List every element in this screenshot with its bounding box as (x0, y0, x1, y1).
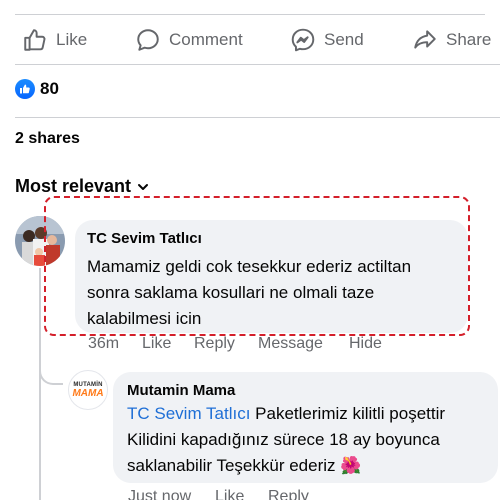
thread-line (39, 268, 41, 500)
reply-bubble[interactable]: Mutamin Mama TC Sevim Tatlıcı Paketlerim… (113, 372, 498, 483)
chevron-down-icon (138, 183, 149, 190)
comment-reply-link[interactable]: Reply (194, 335, 235, 353)
top-divider (15, 14, 485, 15)
comment-bubble[interactable]: TC Sevim Tatlıcı Mamamiz geldi cok tesek… (75, 220, 468, 333)
divider (15, 117, 500, 118)
reply-reply-link[interactable]: Reply (268, 488, 309, 500)
comment-text: Mamamiz geldi cok tesekkur ederiz actilt… (87, 257, 412, 328)
thumbs-up-icon (15, 79, 35, 99)
logo-text-bottom: MAMA (72, 387, 104, 399)
reaction-count: 80 (40, 79, 59, 98)
like-label: Like (56, 30, 88, 49)
messenger-icon (291, 28, 315, 52)
comment-message-link[interactable]: Message (258, 335, 323, 353)
reply-connector (39, 355, 63, 385)
reactions-summary[interactable]: 80 (15, 78, 59, 100)
comment-timestamp: 36m (88, 335, 120, 352)
shares-count[interactable]: 2 shares (15, 130, 80, 148)
sort-dropdown[interactable]: Most relevant (15, 176, 149, 197)
reply-author[interactable]: Mutamin Mama (127, 382, 484, 399)
mention-link[interactable]: TC Sevim Tatlıcı (127, 404, 250, 423)
post-action-bar: Like Comment Send Share (0, 20, 500, 60)
divider (15, 64, 500, 65)
comment-like-link[interactable]: Like (142, 335, 171, 353)
share-button[interactable]: Share (412, 20, 491, 60)
reply-text-block: TC Sevim Tatlıcı Paketlerimiz kilitli po… (127, 401, 484, 479)
avatar[interactable]: MUTAMİN MAMA (68, 370, 108, 410)
share-arrow-icon (414, 30, 436, 49)
avatar[interactable] (15, 216, 65, 266)
comment-hide-link[interactable]: Hide (349, 335, 382, 353)
comment-bubble-icon (137, 29, 159, 51)
reply-like-link[interactable]: Like (215, 488, 244, 500)
share-label: Share (446, 30, 492, 49)
comment-button[interactable]: Comment (135, 20, 243, 60)
thumbs-up-icon (24, 29, 46, 51)
like-button[interactable]: Like (22, 20, 87, 60)
comment-author[interactable]: TC Sevim Tatlıcı (87, 230, 456, 247)
send-button[interactable]: Send (290, 20, 364, 60)
hibiscus-emoji: 🌺 (340, 456, 362, 475)
send-label: Send (324, 30, 364, 49)
reply-timestamp: Just now (128, 488, 192, 500)
comment-label: Comment (169, 30, 243, 49)
sort-label: Most relevant (15, 176, 132, 196)
